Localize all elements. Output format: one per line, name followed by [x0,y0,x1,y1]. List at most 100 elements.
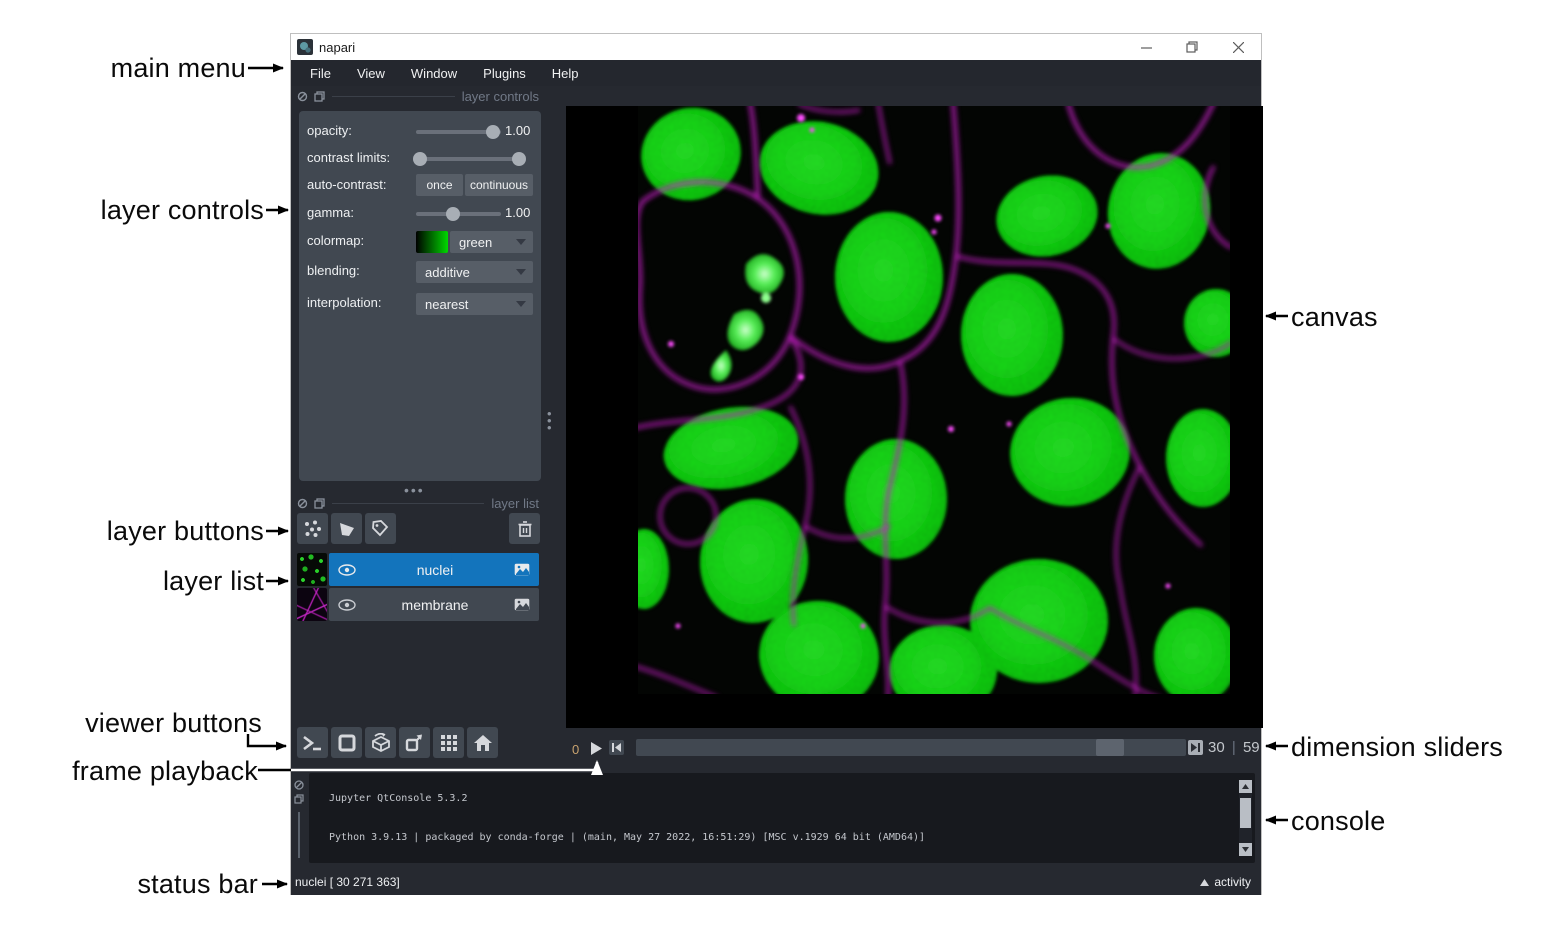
colormap-swatch [416,231,448,253]
interpolation-dropdown[interactable]: nearest [416,293,533,315]
status-bar: nuclei [ 30 271 363] activity [291,869,1261,895]
close-button[interactable] [1215,34,1261,60]
console-banner-clipped: Jupyter QtConsole 5.3.2 [329,792,925,805]
current-frame-label: 0 [572,742,579,757]
ndisplay-toggle-button[interactable] [331,727,362,758]
console-dock-icons[interactable] [293,780,305,806]
colormap-label: colormap: [307,233,364,248]
blending-label: blending: [307,263,360,278]
interpolation-value: nearest [425,297,468,312]
dimension-slider-track[interactable] [636,739,1186,756]
layer-row-membrane[interactable]: membrane [329,588,539,621]
window-controls [1123,34,1261,60]
visibility-eye-icon[interactable] [338,599,356,611]
colormap-value: green [459,235,492,250]
scroll-up-button[interactable] [1239,780,1252,793]
menu-help[interactable]: Help [541,63,590,84]
grid-mode-button[interactable] [433,727,464,758]
roll-dimensions-button[interactable] [365,727,396,758]
microscopy-image [619,106,1248,719]
blending-dropdown[interactable]: additive [416,261,533,283]
restore-icon [1186,41,1198,53]
once-button[interactable]: once [416,174,463,196]
napari-app-icon [297,39,313,55]
dimension-slider-handle[interactable] [1096,739,1124,756]
contrast-limits-label: contrast limits: [307,150,390,165]
layer-controls-panel: opacity: 1.00 contrast limits: auto-cont… [299,111,541,481]
annotation-viewer-buttons: viewer buttons [70,708,262,739]
opacity-label: opacity: [307,123,352,138]
triangle-up-icon [1200,879,1209,886]
play-icon [591,742,602,755]
layer-name: nuclei [356,562,514,578]
trash-icon [518,521,532,537]
frame-position: 30 [1208,739,1225,756]
new-points-layer-button[interactable] [297,513,328,544]
contrast-low-handle[interactable] [413,152,427,166]
contrast-high-handle[interactable] [512,152,526,166]
console-toggle-button[interactable] [297,727,328,758]
image-layer-icon [514,563,530,576]
opacity-slider-handle[interactable] [486,125,500,139]
chevron-down-icon [516,301,526,307]
new-labels-layer-button[interactable] [365,513,396,544]
continuous-button[interactable]: continuous [465,174,533,196]
annotation-canvas: canvas [1291,302,1378,333]
gamma-slider-handle[interactable] [446,207,460,221]
menu-file[interactable]: File [299,63,342,84]
window-title: napari [319,40,355,55]
annotation-layer-buttons: layer buttons [88,516,264,547]
title-bar[interactable]: napari [291,34,1261,60]
hide-dock-icon[interactable] [297,498,308,509]
colormap-dropdown[interactable]: green [450,231,533,253]
layer-row-nuclei[interactable]: nuclei [329,553,539,586]
interpolation-label: interpolation: [307,295,381,310]
hide-dock-icon[interactable] [297,91,308,102]
cursor-coordinates: nuclei [ 30 271 363] [295,875,400,889]
console-line: Python 3.9.13 | packaged by conda-forge … [329,831,925,844]
layer-name: membrane [356,597,514,613]
page: main menu layer controls layer buttons l… [0,0,1545,949]
splitter-handle[interactable]: ••• [547,410,552,431]
scrollbar-thumb[interactable] [1240,798,1251,828]
contrast-limits-slider[interactable] [416,157,521,161]
menu-view[interactable]: View [346,63,396,84]
play-button[interactable] [587,739,605,757]
scroll-down-button[interactable] [1239,843,1252,856]
skip-end-icon [1191,743,1200,752]
close-icon [1233,42,1244,53]
layer-list-header: layer list [491,496,539,511]
python-console[interactable]: Jupyter QtConsole 5.3.2 Python 3.9.13 | … [309,773,1255,863]
home-icon [473,734,493,752]
restore-button[interactable] [1169,34,1215,60]
image-layer-icon [514,598,530,611]
console-dock-handle[interactable] [298,812,300,858]
float-dock-icon[interactable] [314,498,325,509]
activity-toggle[interactable]: activity [1200,875,1251,889]
skip-to-start-button[interactable] [609,740,624,755]
menu-window[interactable]: Window [400,63,468,84]
skip-to-end-button[interactable] [1188,740,1203,755]
transpose-dimensions-button[interactable] [399,727,430,758]
chevron-down-icon [516,269,526,275]
annotation-layer-list: layer list [140,566,264,597]
minimize-icon [1141,42,1152,53]
frame-total: 59 [1243,739,1260,756]
annotation-frame-playback: frame playback [66,756,258,787]
canvas-viewport[interactable] [566,106,1263,728]
chevron-down-icon [516,239,526,245]
main-menu-bar: File View Window Plugins Help [291,60,1261,86]
new-shapes-layer-button[interactable] [331,513,362,544]
delete-layer-button[interactable] [509,513,540,544]
blending-value: additive [425,265,470,280]
visibility-eye-icon[interactable] [338,564,356,576]
membrane-layer-thumbnail [297,588,327,621]
console-scrollbar[interactable] [1239,780,1252,856]
frame-position-readout: 30 | 59 [1208,739,1260,756]
float-dock-icon[interactable] [314,91,325,102]
minimize-button[interactable] [1123,34,1169,60]
console-output: Jupyter QtConsole 5.3.2 Python 3.9.13 | … [329,773,925,863]
menu-plugins[interactable]: Plugins [472,63,537,84]
home-reset-view-button[interactable] [467,727,498,758]
points-icon [303,519,322,538]
